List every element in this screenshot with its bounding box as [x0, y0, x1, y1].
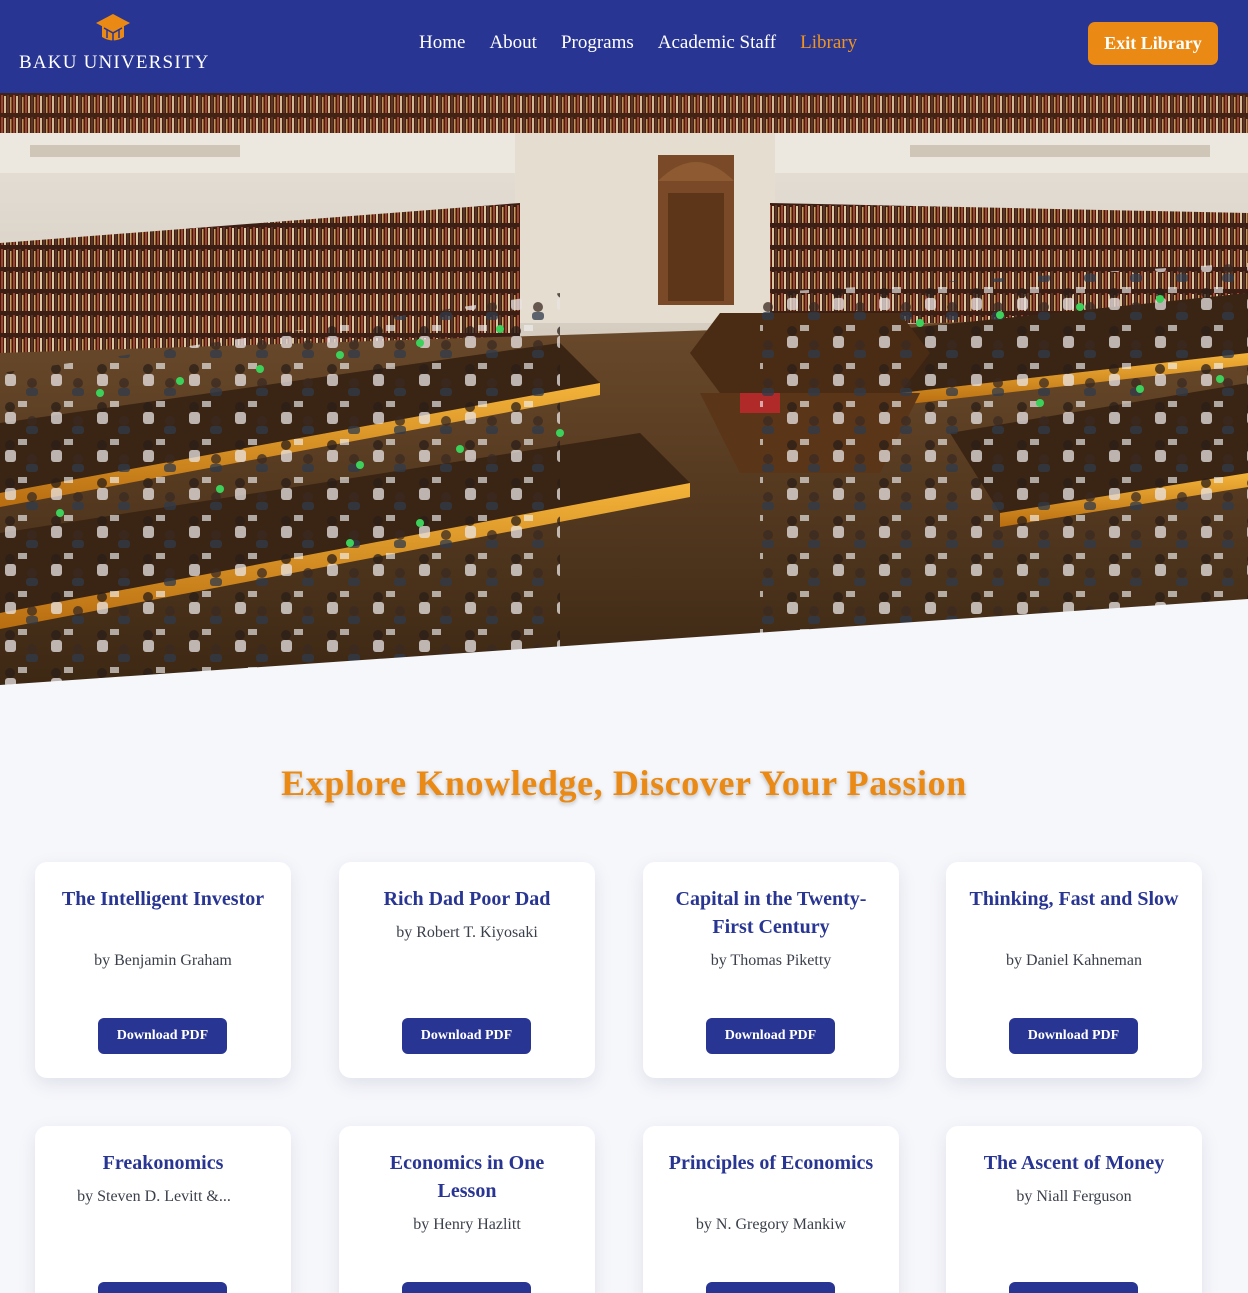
book-title: Rich Dad Poor Dad	[383, 888, 551, 910]
book-author: by Benjamin Graham	[94, 952, 232, 969]
top-navigation-bar: BAKU UNIVERSITY Home About Programs Acad…	[0, 0, 1248, 93]
download-pdf-button[interactable]: Download PDF	[1009, 1018, 1138, 1054]
book-card: Principles of Economics by N. Gregory Ma…	[643, 1126, 899, 1293]
main-nav: Home About Programs Academic Staff Libra…	[419, 30, 857, 56]
nav-library[interactable]: Library	[800, 30, 857, 56]
download-pdf-button[interactable]: Download PDF	[706, 1282, 835, 1293]
nav-academic-staff[interactable]: Academic Staff	[658, 30, 776, 56]
hero-library-image	[0, 93, 1248, 685]
book-author: by Steven D. Levitt &...	[77, 1188, 231, 1205]
nav-programs[interactable]: Programs	[561, 30, 634, 56]
download-pdf-button[interactable]: Download PDF	[1009, 1282, 1138, 1293]
logo-text: BAKU UNIVERSITY	[19, 52, 210, 73]
book-card: Capital in the Twenty-First Century by T…	[643, 862, 899, 1078]
book-title: The Intelligent Investor	[61, 888, 265, 910]
book-author: by Daniel Kahneman	[1006, 952, 1142, 969]
book-author: by Robert T. Kiyosaki	[396, 924, 538, 941]
download-pdf-button[interactable]: Download PDF	[706, 1018, 835, 1054]
book-card: The Ascent of Money by Niall Ferguson Do…	[946, 1126, 1202, 1293]
download-pdf-button[interactable]: Download PDF	[98, 1018, 227, 1054]
book-title: The Ascent of Money	[983, 1152, 1165, 1174]
book-title: Freakonomics	[102, 1152, 224, 1174]
exit-library-button[interactable]: Exit Library	[1088, 22, 1218, 65]
university-logo[interactable]: BAKU UNIVERSITY	[19, 13, 209, 77]
download-pdf-button[interactable]: Download PDF	[402, 1282, 531, 1293]
book-author: by Niall Ferguson	[1016, 1188, 1132, 1205]
book-author: by N. Gregory Mankiw	[695, 1216, 847, 1233]
book-card: Rich Dad Poor Dad by Robert T. Kiyosaki …	[339, 862, 595, 1078]
book-author: by Henry Hazlitt	[413, 1216, 521, 1233]
nav-home[interactable]: Home	[419, 30, 465, 56]
book-title: Capital in the Twenty-First Century	[675, 888, 867, 938]
book-title: Economics in One Lesson	[389, 1152, 545, 1202]
book-card: Thinking, Fast and Slow by Daniel Kahnem…	[946, 862, 1202, 1078]
book-card: Economics in One Lesson by Henry Hazlitt…	[339, 1126, 595, 1293]
download-pdf-button[interactable]: Download PDF	[98, 1282, 227, 1293]
book-card: The Intelligent Investor by Benjamin Gra…	[35, 862, 291, 1078]
graduation-cap-icon	[96, 14, 130, 41]
book-title: Thinking, Fast and Slow	[969, 888, 1179, 910]
section-headline: Explore Knowledge, Discover Your Passion	[281, 763, 967, 803]
book-title: Principles of Economics	[668, 1152, 874, 1174]
nav-about[interactable]: About	[489, 30, 537, 56]
book-card: Freakonomics by Steven D. Levitt &... Do…	[35, 1126, 291, 1293]
book-author: by Thomas Piketty	[710, 952, 832, 969]
download-pdf-button[interactable]: Download PDF	[402, 1018, 531, 1054]
